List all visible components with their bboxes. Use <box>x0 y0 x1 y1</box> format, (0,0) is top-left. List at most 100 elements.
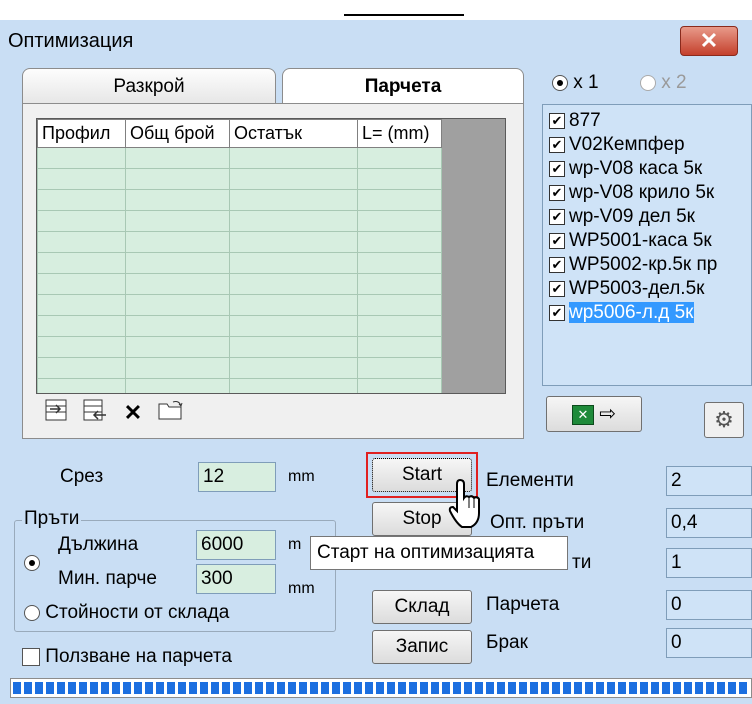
table-row[interactable] <box>37 273 442 295</box>
table-cell[interactable] <box>229 189 358 211</box>
export-icon[interactable] <box>78 398 112 428</box>
close-button[interactable]: ✕ <box>680 26 738 56</box>
delete-icon[interactable]: ✕ <box>116 398 150 428</box>
table-cell[interactable] <box>229 357 358 379</box>
list-item[interactable]: ✔ V02Кемпфер <box>549 133 685 157</box>
table-cell[interactable] <box>229 210 358 232</box>
list-item[interactable]: ✔ wp-V08 крило 5к <box>549 181 714 205</box>
multiplier-x1-radio[interactable]: x 1 <box>552 72 599 94</box>
table-cell[interactable] <box>357 231 442 253</box>
column-header-length[interactable]: L= (mm) <box>357 119 442 148</box>
table-cell[interactable] <box>125 147 230 169</box>
tab-razkroy[interactable]: Разкрой <box>22 68 276 104</box>
table-cell[interactable] <box>37 252 126 274</box>
checkbox-checked-icon[interactable]: ✔ <box>549 112 565 129</box>
table-cell[interactable] <box>125 273 230 295</box>
table-row[interactable] <box>37 147 442 169</box>
table-cell[interactable] <box>37 210 126 232</box>
table-row[interactable] <box>37 231 442 253</box>
list-item[interactable]: ✔ wp-V08 каса 5к <box>549 157 702 181</box>
checkbox-checked-icon[interactable]: ✔ <box>549 232 565 249</box>
table-cell[interactable] <box>37 231 126 253</box>
column-header-profile[interactable]: Профил <box>37 119 126 148</box>
profile-list[interactable]: ✔ 877 ✔ V02Кемпфер ✔ wp-V08 каса 5к ✔ wp-V08 кр… <box>542 104 752 386</box>
table-cell[interactable] <box>229 273 358 295</box>
table-cell[interactable] <box>357 147 442 169</box>
table-cell[interactable] <box>37 168 126 190</box>
excel-export-button[interactable]: ✕ ⇨ <box>546 396 642 432</box>
column-header-remainder[interactable]: Остатък <box>229 119 358 148</box>
table-cell[interactable] <box>229 147 358 169</box>
checkbox-checked-icon[interactable]: ✔ <box>549 160 565 177</box>
table-cell[interactable] <box>125 210 230 232</box>
tab-parcheta[interactable]: Парчета <box>282 68 524 105</box>
cut-field[interactable]: 12 <box>198 462 276 492</box>
settings-button[interactable]: ⚙ <box>704 402 744 438</box>
table-cell[interactable] <box>37 189 126 211</box>
checkbox-checked-icon[interactable]: ✔ <box>549 208 565 225</box>
table-row[interactable] <box>37 252 442 274</box>
table-cell[interactable] <box>357 336 442 358</box>
open-folder-icon[interactable] <box>154 398 188 428</box>
table-cell[interactable] <box>229 294 358 316</box>
table-cell[interactable] <box>125 315 230 337</box>
column-header-total-count[interactable]: Общ брой <box>125 119 230 148</box>
min-piece-field[interactable]: 300 <box>196 564 276 594</box>
table-cell[interactable] <box>125 294 230 316</box>
table-cell[interactable] <box>229 231 358 253</box>
table-row[interactable] <box>37 294 442 316</box>
table-cell[interactable] <box>357 273 442 295</box>
checkbox-checked-icon[interactable]: ✔ <box>549 304 565 321</box>
table-cell[interactable] <box>357 378 442 393</box>
list-item[interactable]: ✔ 877 <box>549 109 601 133</box>
list-item[interactable]: ✔ WP5001-каса 5к <box>549 229 712 253</box>
table-row[interactable] <box>37 168 442 190</box>
table-row[interactable] <box>37 357 442 379</box>
stock-button[interactable]: Склад <box>372 590 472 624</box>
import-icon[interactable] <box>40 398 74 428</box>
pieces-table[interactable]: Профил Общ брой Остатък L= (mm) <box>36 118 506 394</box>
table-cell[interactable] <box>37 294 126 316</box>
table-cell[interactable] <box>37 273 126 295</box>
table-cell[interactable] <box>125 189 230 211</box>
table-cell[interactable] <box>125 336 230 358</box>
table-cell[interactable] <box>229 168 358 190</box>
table-cell[interactable] <box>37 357 126 379</box>
table-cell[interactable] <box>357 357 442 379</box>
use-pieces-checkbox[interactable]: Ползване на парчета <box>22 646 232 668</box>
table-cell[interactable] <box>357 189 442 211</box>
table-cell[interactable] <box>229 378 358 393</box>
bars-length-radio[interactable] <box>24 552 40 574</box>
table-cell[interactable] <box>37 315 126 337</box>
table-row[interactable] <box>37 189 442 211</box>
table-cell[interactable] <box>37 147 126 169</box>
table-cell[interactable] <box>357 252 442 274</box>
table-cell[interactable] <box>125 252 230 274</box>
table-cell[interactable] <box>125 357 230 379</box>
table-row[interactable] <box>37 210 442 232</box>
checkbox-checked-icon[interactable]: ✔ <box>549 256 565 273</box>
list-item[interactable]: ✔ wp-V09 дел 5к <box>549 205 695 229</box>
table-cell[interactable] <box>357 210 442 232</box>
checkbox-checked-icon[interactable]: ✔ <box>549 136 565 153</box>
table-cell[interactable] <box>125 168 230 190</box>
table-cell[interactable] <box>125 378 230 393</box>
table-cell[interactable] <box>37 336 126 358</box>
table-cell[interactable] <box>357 168 442 190</box>
stock-values-radio[interactable]: Стойности от склада <box>24 602 229 624</box>
list-item[interactable]: ✔ WP5003-дел.5к <box>549 277 704 301</box>
table-cell[interactable] <box>229 252 358 274</box>
table-cell[interactable] <box>229 336 358 358</box>
list-item[interactable]: ✔ wp5006-л.д 5к <box>549 301 694 325</box>
table-cell[interactable] <box>125 231 230 253</box>
list-item[interactable]: ✔ WP5002-кр.5к пр <box>549 253 717 277</box>
table-row[interactable] <box>37 336 442 358</box>
checkbox-checked-icon[interactable]: ✔ <box>549 184 565 201</box>
table-cell[interactable] <box>37 378 126 393</box>
table-cell[interactable] <box>357 294 442 316</box>
table-row[interactable] <box>37 315 442 337</box>
save-button[interactable]: Запис <box>372 630 472 664</box>
length-field[interactable]: 6000 <box>196 530 276 560</box>
table-cell[interactable] <box>229 315 358 337</box>
table-cell[interactable] <box>357 315 442 337</box>
